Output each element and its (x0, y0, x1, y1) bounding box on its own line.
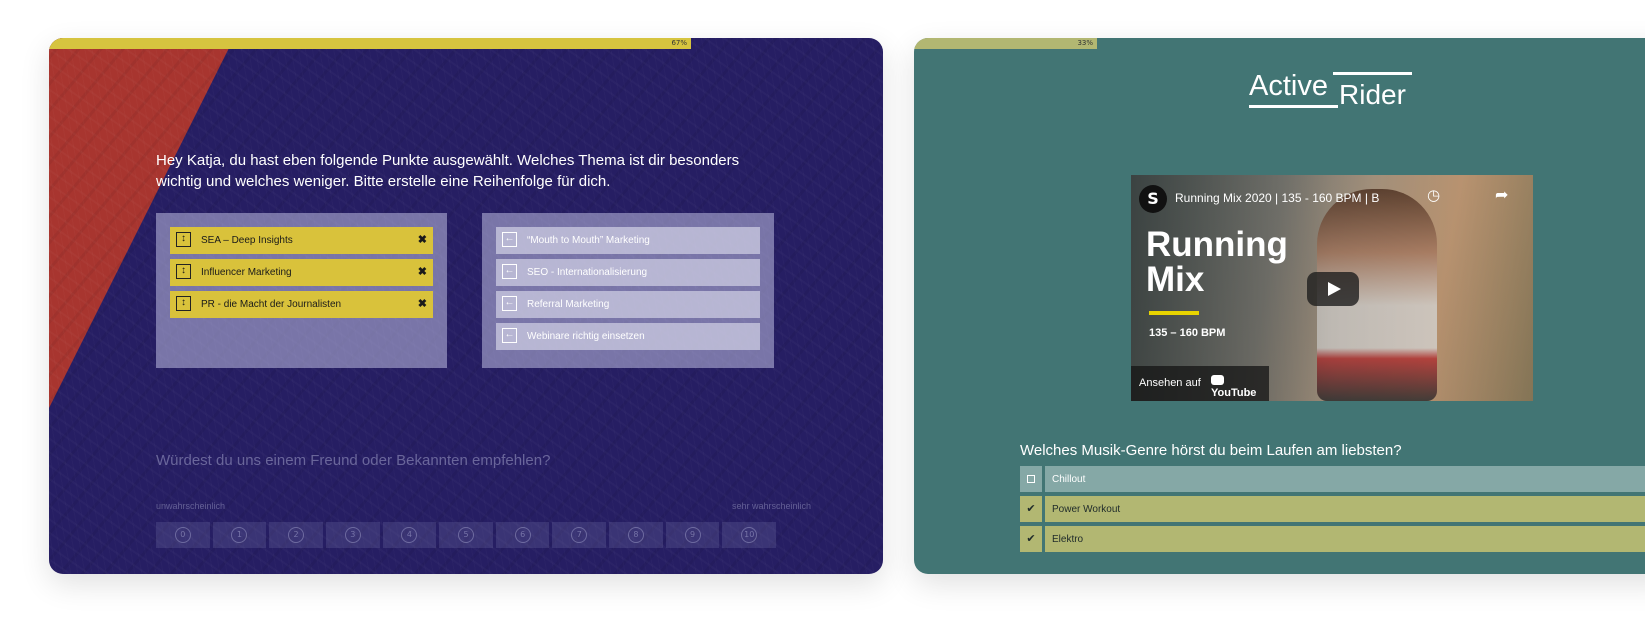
video-title[interactable]: Running Mix 2020 | 135 - 160 BPM | B (1175, 191, 1379, 205)
remove-icon[interactable]: ✖ (418, 297, 427, 310)
ranked-item[interactable]: ↕ Influencer Marketing ✖ (170, 259, 433, 286)
ranking-question: Hey Katja, du hast eben folgende Punkte … (156, 152, 740, 190)
play-icon[interactable] (1307, 272, 1359, 306)
rating-option[interactable]: 7 (552, 522, 607, 548)
music-survey-card: 33% Active Rider S Running Mix 2020 | 13… (914, 38, 1645, 574)
rating-option[interactable]: 8 (609, 522, 663, 548)
ranked-item[interactable]: ↕ PR - die Macht der Journalisten ✖ (170, 291, 433, 318)
logo-line (1333, 72, 1412, 75)
rating-option[interactable]: 2 (269, 522, 323, 548)
progress-bar: 67% (49, 38, 691, 49)
genre-option[interactable]: ✔ Power Workout (1020, 496, 1645, 522)
arrow-left-icon[interactable]: ← (502, 296, 517, 311)
available-item[interactable]: ← Webinare richtig einsetzen (496, 323, 760, 350)
remove-icon[interactable]: ✖ (418, 233, 427, 246)
checkbox[interactable]: ✔ (1020, 526, 1042, 552)
youtube-icon (1211, 375, 1224, 385)
drag-handle-icon[interactable]: ↕ (176, 296, 191, 311)
available-item-label: SEO - Internationalisierung (527, 267, 648, 278)
genre-question: Welches Musik-Genre hörst du beim Laufen… (1020, 442, 1402, 459)
rating-option[interactable]: 6 (495, 522, 550, 548)
checkmark-icon: ✔ (1026, 503, 1036, 515)
arrow-left-icon[interactable]: ← (502, 232, 517, 247)
scale-high-label: sehr wahrscheinlich (732, 501, 812, 511)
progress-bar: 33% (914, 38, 1097, 49)
genre-option[interactable]: ✔ Elektro (1020, 526, 1645, 552)
scale-low-label: unwahrscheinlich (156, 501, 226, 511)
available-item-label: Webinare richtig einsetzen (527, 331, 645, 342)
remove-icon[interactable]: ✖ (418, 265, 427, 278)
ranking-survey-card: 67% Hey Katja, du hast eben folgende Pun… (49, 38, 883, 574)
next-question: Würdest du uns einem Freund oder Bekannt… (156, 452, 551, 469)
brand-logo: Active Rider (1249, 68, 1419, 114)
share-icon[interactable]: ➦ (1495, 185, 1508, 204)
rating-option[interactable]: 10 (722, 522, 777, 548)
ranked-item[interactable]: ↕ SEA – Deep Insights ✖ (170, 227, 433, 254)
rating-scale: 0 1 2 3 4 5 6 7 8 9 10 (156, 522, 777, 548)
drag-handle-icon[interactable]: ↕ (176, 232, 191, 247)
genre-option-label: Power Workout (1052, 504, 1121, 515)
logo-line (1249, 105, 1338, 108)
checkmark-icon: ✔ (1026, 533, 1036, 545)
available-item[interactable]: ← Referral Marketing (496, 291, 760, 318)
arrow-left-icon[interactable]: ← (502, 328, 517, 343)
rating-option[interactable]: 9 (665, 522, 720, 548)
progress-label: 67% (671, 39, 687, 47)
available-item[interactable]: ← SEO - Internationalisierung (496, 259, 760, 286)
drag-handle-icon[interactable]: ↕ (176, 264, 191, 279)
genre-option-label: Chillout (1052, 474, 1086, 485)
thumbnail-accent-bar (1149, 311, 1199, 315)
watch-later-icon[interactable]: ◷ (1427, 186, 1440, 204)
logo-word-2: Rider (1339, 79, 1406, 110)
logo-word-1: Active (1249, 70, 1328, 102)
available-item-label: Referral Marketing (527, 299, 610, 310)
checkbox[interactable] (1020, 466, 1042, 492)
ranked-list: ↕ SEA – Deep Insights ✖ ↕ Influencer Mar… (156, 213, 447, 368)
rating-option[interactable]: 5 (439, 522, 493, 548)
youtube-video-embed[interactable]: S Running Mix 2020 | 135 - 160 BPM | B ◷… (1131, 175, 1533, 401)
channel-avatar[interactable]: S (1139, 185, 1167, 213)
rating-option[interactable]: 4 (382, 522, 437, 548)
thumbnail-title: Running Mix (1146, 225, 1288, 299)
rating-option[interactable]: 1 (212, 522, 267, 548)
ranked-item-label: SEA – Deep Insights (201, 235, 293, 246)
watch-on-youtube-button[interactable]: Ansehen auf YouTube (1131, 366, 1269, 401)
genre-option-label: Elektro (1052, 534, 1084, 545)
available-item-label: “Mouth to Mouth” Marketing (527, 235, 650, 246)
genre-option[interactable]: Chillout (1020, 466, 1645, 492)
ranked-item-label: Influencer Marketing (201, 267, 292, 278)
thumbnail-bpm: 135 – 160 BPM (1149, 327, 1226, 339)
available-item[interactable]: ← “Mouth to Mouth” Marketing (496, 227, 760, 254)
rating-option[interactable]: 0 (156, 522, 210, 548)
ranked-item-label: PR - die Macht der Journalisten (201, 299, 342, 310)
youtube-logo: YouTube (1211, 375, 1269, 399)
arrow-left-icon[interactable]: ← (502, 264, 517, 279)
rating-option[interactable]: 3 (325, 522, 380, 548)
checkbox-empty-icon (1027, 475, 1035, 483)
progress-label: 33% (1077, 39, 1093, 47)
checkbox[interactable]: ✔ (1020, 496, 1042, 522)
available-list: ← “Mouth to Mouth” Marketing ← SEO - Int… (482, 213, 774, 368)
